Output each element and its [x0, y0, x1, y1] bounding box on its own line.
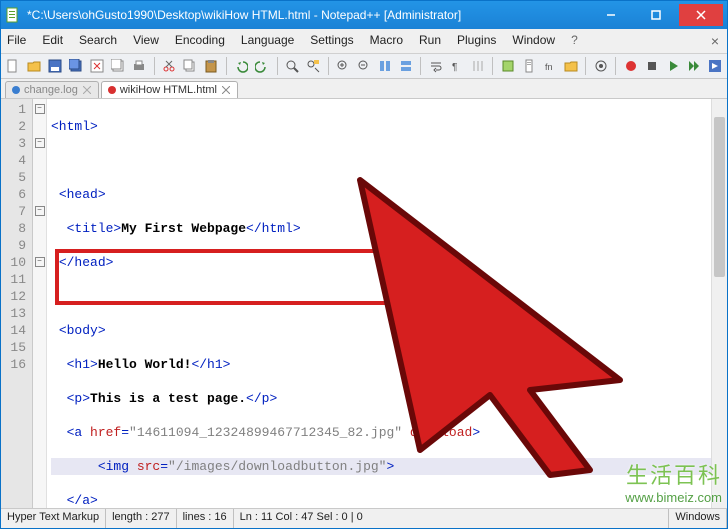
- app-icon: [5, 7, 21, 23]
- menu-plugins[interactable]: Plugins: [455, 31, 498, 51]
- indent-guide-icon[interactable]: [469, 57, 486, 75]
- menu-search[interactable]: Search: [77, 31, 119, 51]
- redo-icon[interactable]: [254, 57, 271, 75]
- menu-window[interactable]: Window: [510, 31, 557, 51]
- tab-inactive[interactable]: change.log: [5, 81, 99, 98]
- tab-label: wikiHow HTML.html: [120, 84, 217, 96]
- menu-edit[interactable]: Edit: [40, 31, 65, 51]
- close-file-icon[interactable]: [89, 57, 106, 75]
- monitor-icon[interactable]: [592, 57, 609, 75]
- fold-toggle-icon[interactable]: −: [35, 206, 45, 216]
- close-menubar-icon[interactable]: ×: [709, 31, 723, 51]
- func-list-icon[interactable]: fn: [541, 57, 558, 75]
- open-file-icon[interactable]: [26, 57, 43, 75]
- copy-icon[interactable]: [182, 57, 199, 75]
- minimize-button[interactable]: [589, 4, 633, 26]
- svg-text:¶: ¶: [452, 62, 457, 73]
- sync-h-icon[interactable]: [397, 57, 414, 75]
- status-position: Ln : 11 Col : 47 Sel : 0 | 0: [234, 509, 670, 528]
- file-saved-icon: [12, 86, 20, 94]
- close-all-icon[interactable]: [110, 57, 127, 75]
- play-macro-icon[interactable]: [664, 57, 681, 75]
- zoom-out-icon[interactable]: [356, 57, 373, 75]
- tab-active[interactable]: wikiHow HTML.html: [101, 81, 238, 98]
- print-icon[interactable]: [131, 57, 148, 75]
- show-all-chars-icon[interactable]: ¶: [448, 57, 465, 75]
- titlebar: *C:\Users\ohGusto1990\Desktop\wikiHow HT…: [1, 1, 727, 29]
- tab-close-icon[interactable]: [82, 85, 92, 95]
- toolbar: ¶ fn: [1, 54, 727, 79]
- tab-label: change.log: [24, 84, 78, 96]
- status-os: Windows: [669, 509, 727, 528]
- find-icon[interactable]: [284, 57, 301, 75]
- scrollbar-thumb[interactable]: [714, 117, 725, 277]
- tab-close-icon[interactable]: [221, 85, 231, 95]
- status-lines: lines : 16: [177, 509, 234, 528]
- zoom-in-icon[interactable]: [335, 57, 352, 75]
- play-multi-icon[interactable]: [685, 57, 702, 75]
- fold-toggle-icon[interactable]: −: [35, 257, 45, 267]
- close-button[interactable]: [679, 4, 723, 26]
- menu-view[interactable]: View: [131, 31, 161, 51]
- menu-help[interactable]: ?: [569, 31, 580, 51]
- window-title: *C:\Users\ohGusto1990\Desktop\wikiHow HT…: [27, 8, 589, 22]
- fold-toggle-icon[interactable]: −: [35, 138, 45, 148]
- vertical-scrollbar[interactable]: [711, 99, 727, 508]
- save-all-icon[interactable]: [68, 57, 85, 75]
- menu-language[interactable]: Language: [239, 31, 296, 51]
- status-length: length : 277: [106, 509, 177, 528]
- fold-toggle-icon[interactable]: −: [35, 104, 45, 114]
- replace-icon[interactable]: [305, 57, 322, 75]
- save-icon[interactable]: [47, 57, 64, 75]
- line-number-gutter: 1234 5678 9101112 13141516: [1, 99, 33, 508]
- record-macro-icon[interactable]: [622, 57, 639, 75]
- statusbar: Hyper Text Markup length : 277 lines : 1…: [1, 508, 727, 528]
- svg-text:fn: fn: [545, 62, 553, 72]
- menu-encoding[interactable]: Encoding: [173, 31, 227, 51]
- paste-icon[interactable]: [203, 57, 220, 75]
- menu-run[interactable]: Run: [417, 31, 443, 51]
- file-modified-icon: [108, 86, 116, 94]
- menu-settings[interactable]: Settings: [308, 31, 355, 51]
- watermark: 生活百科 www.bimeiz.com: [625, 458, 722, 505]
- cut-icon[interactable]: [161, 57, 178, 75]
- menu-file[interactable]: File: [5, 31, 28, 51]
- fold-gutter: − − − −: [33, 99, 47, 508]
- editor-area[interactable]: 1234 5678 9101112 13141516 − − − − <html…: [1, 99, 727, 508]
- maximize-button[interactable]: [634, 4, 678, 26]
- folder-view-icon[interactable]: [562, 57, 579, 75]
- save-macro-icon[interactable]: [706, 57, 723, 75]
- new-file-icon[interactable]: [5, 57, 22, 75]
- status-language: Hyper Text Markup: [1, 509, 106, 528]
- ud-lang-icon[interactable]: [499, 57, 516, 75]
- doc-map-icon[interactable]: [520, 57, 537, 75]
- stop-macro-icon[interactable]: [643, 57, 660, 75]
- tabbar: change.log wikiHow HTML.html: [1, 79, 727, 99]
- sync-v-icon[interactable]: [377, 57, 394, 75]
- menubar: File Edit Search View Encoding Language …: [1, 29, 727, 54]
- wordwrap-icon[interactable]: [427, 57, 444, 75]
- menu-macro[interactable]: Macro: [368, 31, 405, 51]
- code-content[interactable]: <html> <head> <title>My First Webpage</h…: [47, 99, 727, 508]
- undo-icon[interactable]: [233, 57, 250, 75]
